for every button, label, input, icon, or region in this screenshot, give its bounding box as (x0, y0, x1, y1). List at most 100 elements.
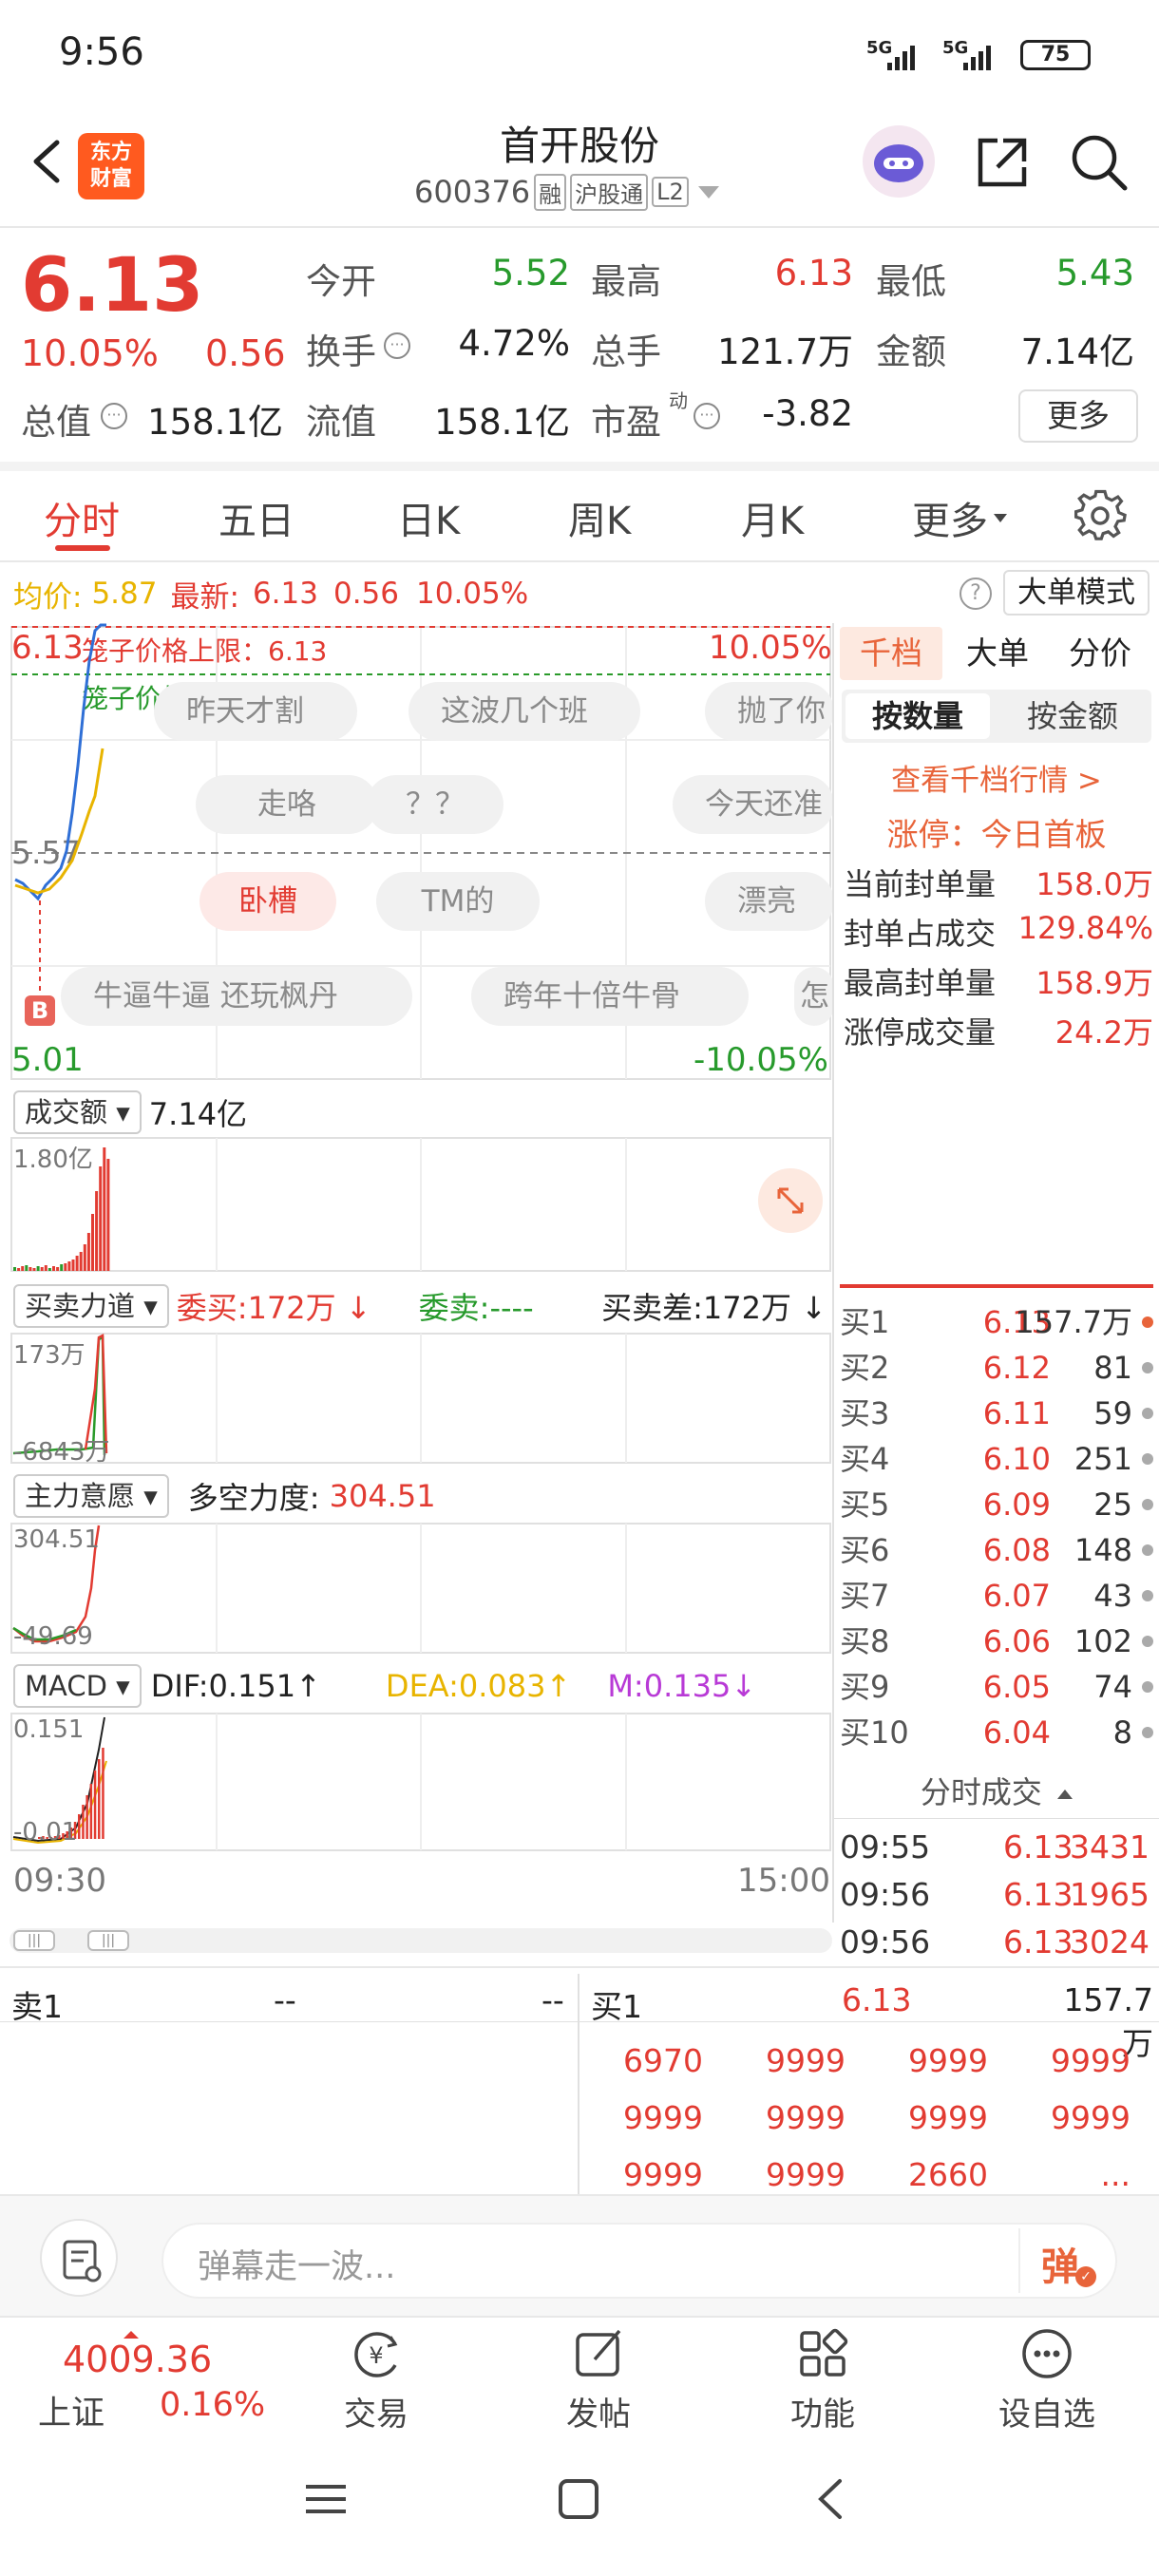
search-icon[interactable] (1068, 131, 1130, 194)
seg-by-amount[interactable]: 按金额 (998, 693, 1148, 739)
info-icon-2[interactable]: ··· (101, 403, 127, 429)
change-pct: 10.05% (21, 332, 159, 374)
intraday-chart[interactable]: 6.13 10.05% 笼子价格上限：6.13 笼子价格下限：6.01 5.57… (0, 623, 834, 1087)
bs-top-label: 173万 (13, 1341, 86, 1370)
order-book-row[interactable]: 买1 6.13 157.7万 (840, 1299, 1153, 1345)
ob-qty: 43 (1093, 1578, 1132, 1614)
share-icon[interactable] (971, 131, 1034, 194)
tab-price-distribution[interactable]: 分价 (1049, 627, 1151, 680)
amount-bar (21, 1266, 25, 1271)
main-force-chart (10, 1523, 831, 1654)
segment-control: 按数量 按金额 (842, 690, 1151, 743)
amount-total: 7.14亿 (148, 1096, 248, 1132)
order-book-row[interactable]: 买7 6.07 43 (840, 1573, 1153, 1619)
scroll-handle-right[interactable]: ||| (87, 1930, 129, 1951)
nav-add-favorite-label: 设自选 (998, 2396, 1095, 2434)
trade-price: 6.13 (1003, 1828, 1074, 1866)
expand-icon[interactable] (758, 1168, 823, 1233)
amount-bars (10, 1137, 831, 1272)
trade-row: 09:55 6.13 3431 (840, 1824, 1153, 1871)
order-book-row[interactable]: 买5 6.09 25 (840, 1482, 1153, 1527)
info-icon-3[interactable]: ··· (694, 403, 720, 429)
amount-indicator-dropdown[interactable]: 成交额 ▾ (13, 1090, 142, 1134)
float-label: 流值 (306, 402, 376, 443)
ob-price: 6.04 (982, 1714, 1051, 1751)
amount-bar (56, 1267, 60, 1271)
amount-bar (32, 1268, 36, 1271)
pe-label: 市盈 (591, 402, 661, 443)
bid-volume: 委买:172万 ↓ (176, 1290, 371, 1326)
nav-functions[interactable]: 功能 (756, 2323, 889, 2434)
more-button[interactable]: 更多 (1018, 389, 1138, 443)
amount-bar (67, 1261, 71, 1271)
tab-more[interactable]: 更多 (912, 490, 1007, 545)
caret-down-icon (994, 513, 1007, 522)
volume-label: 总手 (591, 331, 661, 372)
tab-thousand-levels[interactable]: 千档 (840, 627, 942, 680)
main-force-dropdown[interactable]: 主力意愿 ▾ (13, 1474, 169, 1518)
danmaku-toggle-button[interactable]: 弹 ✓ (1018, 2228, 1113, 2293)
amount-bar (28, 1267, 32, 1271)
macd-chart (10, 1713, 831, 1851)
queue-order: 9999 (908, 2042, 988, 2079)
ob-price: 6.06 (982, 1623, 1051, 1659)
bs-indicator-dropdown[interactable]: 买卖力道 ▾ (13, 1284, 169, 1328)
macd-dropdown[interactable]: MACD ▾ (13, 1664, 142, 1708)
status-bar: 9:56 5G 5G 75 (0, 0, 1159, 114)
macd-dif: DIF:0.151↑ (150, 1668, 321, 1704)
nav-trade-label: 交易 (344, 2396, 408, 2434)
trade-volume: 3024 (1070, 1923, 1150, 1960)
nav-trade[interactable]: ¥ 交易 (310, 2323, 443, 2434)
queue-order: 9999 (623, 2099, 703, 2136)
ob-dot-icon (1142, 1636, 1153, 1647)
tab-monthly-k[interactable]: 月K (741, 490, 804, 545)
battery-icon: 75 (1020, 40, 1091, 70)
settings-gear-icon[interactable] (1072, 486, 1129, 543)
macd-bar (89, 1784, 93, 1839)
macd-bar (78, 1814, 81, 1839)
view-levels-link[interactable]: 查看千档行情 > (834, 756, 1159, 799)
chevron-down-icon (697, 185, 719, 199)
tab-daily-k[interactable]: 日K (397, 490, 460, 545)
index-value[interactable]: 4009.36 (63, 2339, 212, 2380)
home-icon[interactable] (555, 2475, 602, 2523)
system-back-icon[interactable] (808, 2475, 855, 2523)
order-book-row[interactable]: 买2 6.12 81 (840, 1345, 1153, 1391)
order-book-row[interactable]: 买9 6.05 74 (840, 1664, 1153, 1710)
order-book-row[interactable]: 买10 6.04 8 (840, 1710, 1153, 1755)
tag-l2: L2 (652, 177, 689, 207)
comment-input[interactable]: 弹幕走一波... 弹 ✓ (162, 2223, 1117, 2299)
time-scroll-track[interactable]: ||| ||| (10, 1928, 832, 1953)
main-bottom-label: -49.69 (13, 1622, 93, 1651)
order-book-row[interactable]: 买3 6.11 59 (840, 1391, 1153, 1436)
tab-intraday[interactable]: 分时 (44, 490, 120, 545)
seg-by-quantity[interactable]: 按数量 (846, 693, 990, 739)
sell-queue: 卖1 -- -- (0, 1974, 578, 2192)
queue-order: 9999 (1051, 2099, 1130, 2136)
comment-placeholder: 弹幕走一波... (198, 2248, 396, 2286)
nav-add-favorite[interactable]: 设自选 (980, 2323, 1113, 2434)
ob-dot-icon (1142, 1499, 1153, 1510)
scroll-handle-left[interactable]: ||| (13, 1930, 55, 1951)
stock-code-row[interactable]: 600376 融 沪股通 L2 (414, 171, 719, 213)
big-order-mode-button[interactable]: 大单模式 (1003, 570, 1150, 616)
signal-icon-2: 5G (942, 38, 1009, 72)
nav-post[interactable]: 发帖 (532, 2323, 665, 2434)
order-book-row[interactable]: 买6 6.08 148 (840, 1527, 1153, 1573)
info-icon[interactable]: ··· (384, 332, 410, 359)
open-label: 今开 (306, 261, 376, 302)
amount-bar (75, 1256, 79, 1271)
sell1-qty: -- (542, 1981, 564, 2018)
order-book-row[interactable]: 买4 6.10 251 (840, 1436, 1153, 1482)
ob-qty: 59 (1093, 1395, 1132, 1431)
robot-avatar-icon[interactable] (863, 125, 935, 198)
tab-weekly-k[interactable]: 周K (568, 490, 631, 545)
notes-icon[interactable] (40, 2219, 118, 2297)
bottom-nav: 4009.36 上证 0.16% ¥ 交易 发帖 功能 设自选 (0, 2318, 1159, 2435)
trades-header[interactable]: 分时成交 (834, 1769, 1159, 1814)
help-icon[interactable]: ? (960, 578, 992, 610)
tab-big-orders[interactable]: 大单 (946, 627, 1049, 680)
tab-five-day[interactable]: 五日 (218, 490, 294, 545)
menu-icon[interactable] (302, 2475, 350, 2523)
order-book-row[interactable]: 买8 6.06 102 (840, 1619, 1153, 1664)
